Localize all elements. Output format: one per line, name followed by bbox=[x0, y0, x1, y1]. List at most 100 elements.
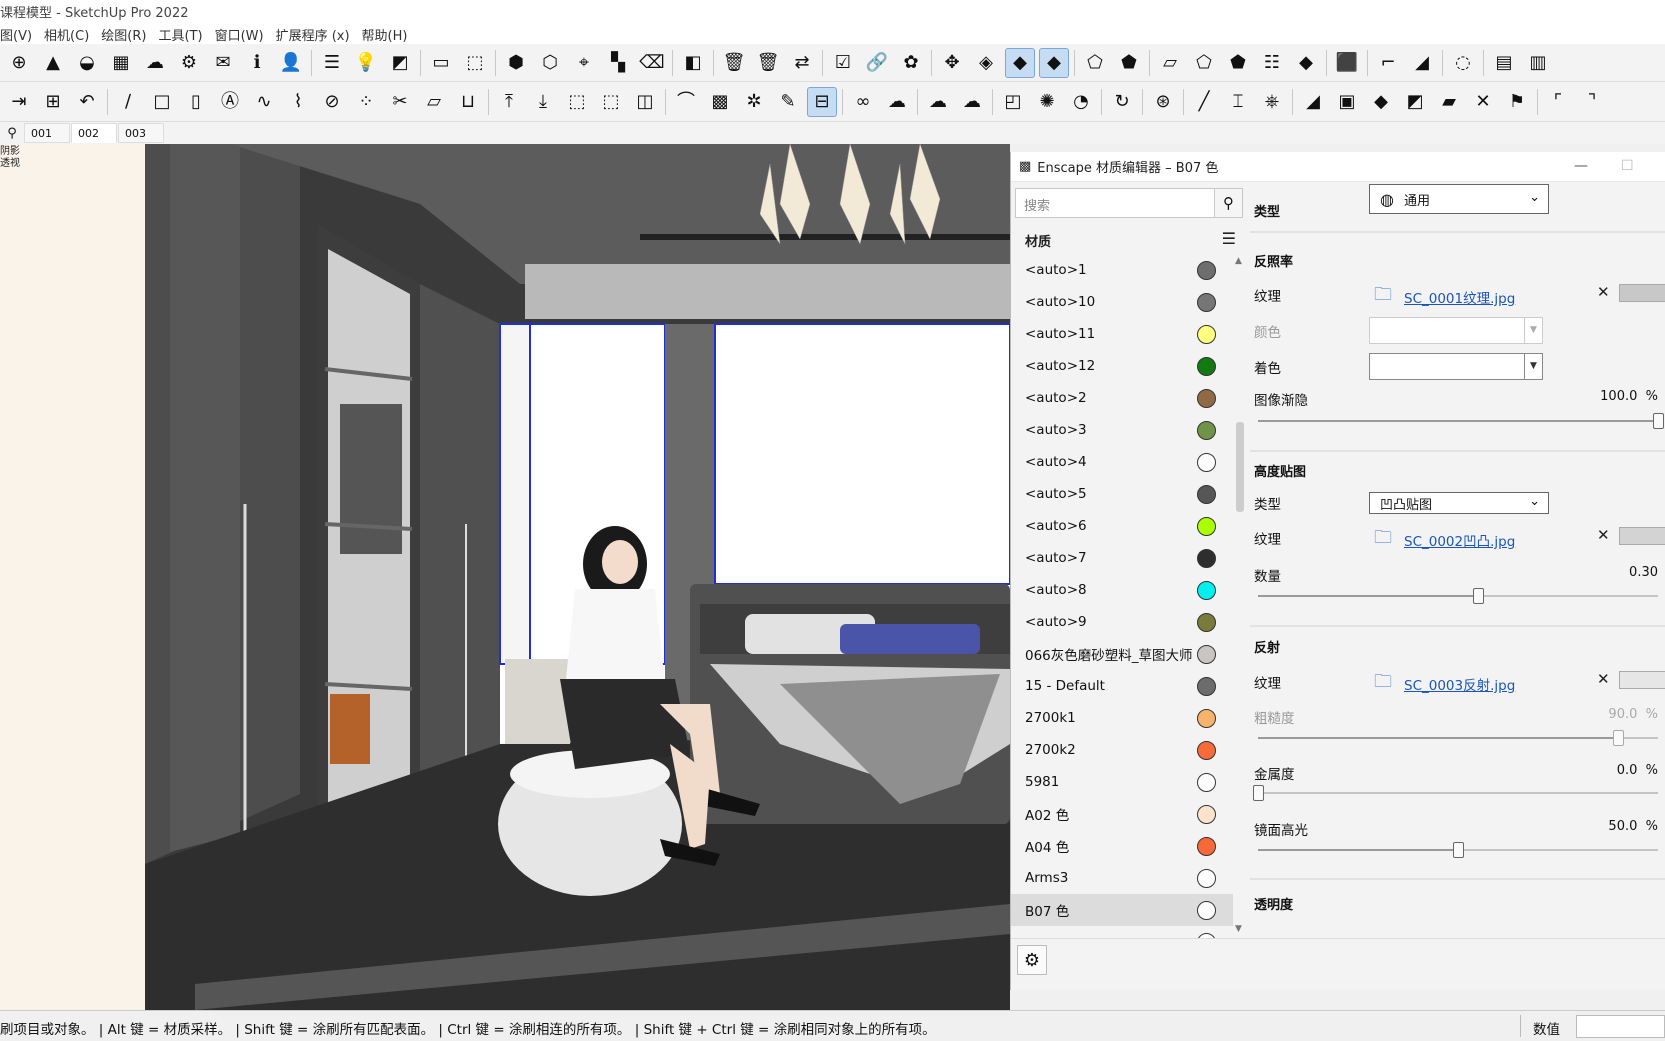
grid-points-button[interactable]: ⁘ bbox=[351, 87, 381, 117]
search-icon[interactable]: ⚲ bbox=[0, 126, 24, 141]
minimize-icon[interactable]: — bbox=[1574, 158, 1588, 174]
material-list-item[interactable]: <auto>10 bbox=[1011, 286, 1233, 318]
cross-button[interactable]: ✕ bbox=[1468, 87, 1498, 117]
height-texture-filename[interactable]: SC_0002凹凸.jpg bbox=[1404, 530, 1515, 550]
material-list-item[interactable]: <auto>1 bbox=[1011, 254, 1233, 286]
metallic-slider[interactable] bbox=[1253, 785, 1658, 801]
shapes-button[interactable]: ◆ bbox=[1366, 87, 1396, 117]
basket-button[interactable]: ⊔ bbox=[453, 87, 483, 117]
tree-button[interactable]: ▲ bbox=[38, 48, 68, 78]
trim-button[interactable]: ✂ bbox=[385, 87, 415, 117]
menu-item-1[interactable]: 相机(C) bbox=[44, 22, 101, 44]
view-iso-button[interactable]: ⬠ bbox=[1080, 48, 1110, 78]
remove-albedo-texture-icon[interactable]: ✕ bbox=[1597, 283, 1610, 301]
list-button[interactable]: ☰ bbox=[317, 48, 347, 78]
scene-tab-002[interactable]: 002 bbox=[71, 123, 117, 143]
text-a-button[interactable]: Ⓐ bbox=[215, 87, 245, 117]
reflection-texture-link[interactable]: 🗀 SC_0003反射.jpg bbox=[1374, 669, 1515, 699]
material-list-scrollbar[interactable]: ▲ ▼ bbox=[1233, 254, 1246, 938]
slider-knob[interactable] bbox=[1653, 413, 1664, 429]
cube-red-button[interactable]: ⬛ bbox=[1332, 48, 1362, 78]
stack-button[interactable]: ▤ bbox=[1489, 48, 1519, 78]
refresh-circle-button[interactable]: ↻ bbox=[1107, 87, 1137, 117]
material-list-item[interactable]: 066灰色磨砂塑料_草图大师 bbox=[1011, 638, 1233, 670]
slash-button[interactable]: ⊘ bbox=[317, 87, 347, 117]
slider-knob[interactable] bbox=[1253, 785, 1264, 801]
checker-button[interactable]: ▦ bbox=[106, 48, 136, 78]
height-type-dropdown[interactable]: 凹凸贴图 ⌄ bbox=[1369, 492, 1549, 514]
roughness-slider[interactable] bbox=[1258, 730, 1658, 746]
undo-arc-button[interactable]: ↶ bbox=[72, 87, 102, 117]
material-list-item[interactable]: <auto>4 bbox=[1011, 446, 1233, 478]
trash-blue-button[interactable]: 🗑 bbox=[753, 48, 783, 78]
material-list-item[interactable]: 2700k1 bbox=[1011, 702, 1233, 734]
reflection-texture-filename[interactable]: SC_0003反射.jpg bbox=[1404, 674, 1515, 694]
menu-item-3[interactable]: 工具(T) bbox=[158, 22, 214, 44]
3d-viewport[interactable]: 阴影 透视 bbox=[0, 144, 1010, 1010]
measurements-input[interactable] bbox=[1576, 1015, 1665, 1038]
cloud-a-button[interactable]: ☁ bbox=[923, 87, 953, 117]
ramp-button[interactable]: ◢ bbox=[1407, 48, 1437, 78]
menu-item-0[interactable]: 图(V) bbox=[0, 22, 44, 44]
book-button[interactable]: ▯ bbox=[181, 87, 211, 117]
view-back-button[interactable]: ⬟ bbox=[1223, 48, 1253, 78]
extension-gear-button[interactable]: ⚙ bbox=[174, 48, 204, 78]
tool-pin-button[interactable]: ✎ bbox=[773, 87, 803, 117]
box-button[interactable]: ⬚ bbox=[562, 87, 592, 117]
num-button[interactable]: ◌ bbox=[1448, 48, 1478, 78]
push-up-button[interactable]: ⤒ bbox=[494, 87, 524, 117]
swap-button[interactable]: ⇄ bbox=[787, 48, 817, 78]
eraser-button[interactable]: ◢ bbox=[1298, 87, 1328, 117]
corner-b-button[interactable]: ⌝ bbox=[1577, 87, 1607, 117]
scroll-down-icon[interactable]: ▼ bbox=[1235, 924, 1242, 934]
dotted-box-button[interactable]: ⬚ bbox=[596, 87, 626, 117]
menu-item-6[interactable]: 帮助(H) bbox=[362, 22, 420, 44]
shape-x-button[interactable]: ✲ bbox=[739, 87, 769, 117]
albedo-texture-filename[interactable]: SC_0001纹理.jpg bbox=[1404, 287, 1515, 307]
material-list-item[interactable]: <auto>12 bbox=[1011, 350, 1233, 382]
material-list-item[interactable]: <auto>6 bbox=[1011, 510, 1233, 542]
plane-button[interactable]: ◫ bbox=[630, 87, 660, 117]
slider-knob[interactable] bbox=[1453, 842, 1464, 858]
material-list-item[interactable]: A02 色 bbox=[1011, 798, 1233, 830]
move-button[interactable]: ✥ bbox=[937, 48, 967, 78]
material-list-item[interactable]: A04 色 bbox=[1011, 830, 1233, 862]
fold-button[interactable]: ◩ bbox=[1400, 87, 1430, 117]
specular-slider[interactable] bbox=[1258, 842, 1658, 858]
material-list-item[interactable]: <auto>11 bbox=[1011, 318, 1233, 350]
brush-button[interactable]: ⎈ bbox=[1257, 87, 1287, 117]
scene-tab-003[interactable]: 003 bbox=[118, 123, 164, 143]
scene-tab-001[interactable]: 001 bbox=[24, 123, 70, 143]
image-fade-slider[interactable] bbox=[1258, 413, 1664, 429]
cloud-upload-button[interactable]: ☁ bbox=[140, 48, 170, 78]
material-list-item[interactable] bbox=[1011, 926, 1233, 938]
dial-button[interactable]: ◔ bbox=[1066, 87, 1096, 117]
surface-button[interactable]: ▱ bbox=[419, 87, 449, 117]
cloud-link-button[interactable]: ☁ bbox=[882, 87, 912, 117]
contrast-button[interactable]: ◩ bbox=[385, 48, 415, 78]
cloud-b-button[interactable]: ☁ bbox=[957, 87, 987, 117]
rotate-box-button[interactable]: ◰ bbox=[998, 87, 1028, 117]
flag-button[interactable]: ⚑ bbox=[1502, 87, 1532, 117]
material-list-item[interactable]: 5981 bbox=[1011, 766, 1233, 798]
scroll-up-icon[interactable]: ▲ bbox=[1235, 256, 1242, 266]
bulb-button[interactable]: 💡 bbox=[351, 48, 381, 78]
corner-a-button[interactable]: ⌜ bbox=[1543, 87, 1573, 117]
cut-orange-button[interactable]: ▰ bbox=[1434, 87, 1464, 117]
user-button[interactable]: 👤 bbox=[276, 48, 306, 78]
slider-knob[interactable] bbox=[1473, 588, 1484, 604]
rect-view-button[interactable]: ▭ bbox=[426, 48, 456, 78]
wheel-button[interactable]: ⊛ bbox=[1148, 87, 1178, 117]
search-button[interactable]: ⚲ bbox=[1215, 188, 1243, 218]
height-texture-link[interactable]: 🗀 SC_0002凹凸.jpg bbox=[1374, 525, 1515, 555]
height-amount-slider[interactable] bbox=[1258, 588, 1658, 604]
line-button[interactable]: ∕ bbox=[113, 87, 143, 117]
frame-button[interactable]: ⬚ bbox=[460, 48, 490, 78]
stack2-button[interactable]: ▥ bbox=[1523, 48, 1553, 78]
frame-tool-button[interactable]: ⌶ bbox=[1223, 87, 1253, 117]
erase-tag-button[interactable]: ⌫ bbox=[637, 48, 667, 78]
material-list-item[interactable]: Arms3 bbox=[1011, 862, 1233, 894]
menu-item-5[interactable]: 扩展程序 (x) bbox=[276, 22, 362, 44]
view-right-button[interactable]: ⬠ bbox=[1189, 48, 1219, 78]
material-list-item[interactable]: 2700k2 bbox=[1011, 734, 1233, 766]
